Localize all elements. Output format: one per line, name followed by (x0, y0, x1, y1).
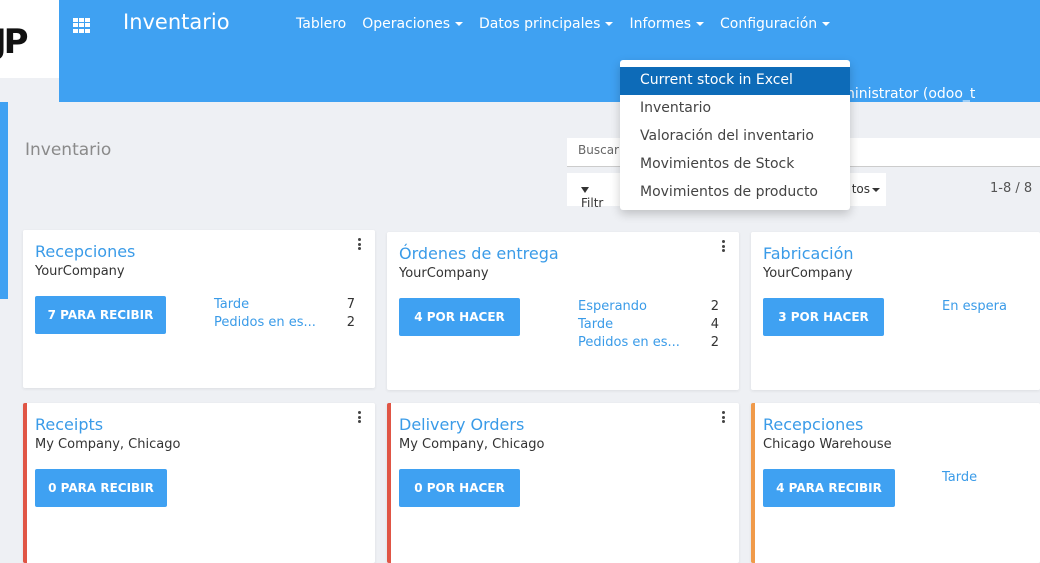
menu-item-movimientos-stock[interactable]: Movimientos de Stock (620, 151, 850, 179)
nav-operaciones[interactable]: Operaciones (354, 16, 471, 32)
more-options-icon[interactable] (358, 411, 361, 423)
card-title[interactable]: Delivery Orders (399, 415, 524, 434)
card-action-button[interactable]: 7 PARA RECIBIR (35, 296, 166, 334)
card-company: My Company, Chicago (35, 437, 181, 452)
nav-datos-principales[interactable]: Datos principales (471, 16, 621, 32)
app-title: Inventario (123, 10, 230, 34)
page-title: Inventario (25, 140, 112, 160)
card-company: My Company, Chicago (399, 437, 545, 452)
operation-card: Recepciones YourCompany 7 PARA RECIBIR T… (23, 230, 375, 388)
card-title[interactable]: Órdenes de entrega (399, 244, 559, 263)
informes-dropdown: Current stock in Excel Inventario Valora… (620, 60, 850, 210)
card-action-button[interactable]: 4 PARA RECIBIR (763, 469, 895, 507)
operation-card: Recepciones Chicago Warehouse 4 PARA REC… (751, 403, 1040, 563)
card-stat-link[interactable]: Tarde (578, 317, 613, 332)
pager-value[interactable]: 1-8 / 8 (990, 181, 1032, 196)
card-stat-link[interactable]: Tarde (942, 470, 977, 485)
card-title[interactable]: Recepciones (763, 415, 863, 434)
card-title[interactable]: Receipts (35, 415, 103, 434)
card-stat-count: 4 (710, 317, 719, 332)
operation-card: Receipts My Company, Chicago 0 PARA RECI… (23, 403, 375, 563)
card-stat-count: 2 (710, 335, 719, 350)
card-stat-link[interactable]: Esperando (578, 299, 647, 314)
card-stat-count: 7 (346, 297, 355, 312)
card-title[interactable]: Recepciones (35, 242, 135, 261)
chevron-down-icon (872, 187, 880, 192)
more-options-icon[interactable] (358, 238, 361, 250)
nav-configuracion[interactable]: Configuración (712, 16, 838, 32)
card-company: YourCompany (763, 266, 853, 281)
nav-informes[interactable]: Informes (621, 16, 712, 32)
card-action-button[interactable]: 4 POR HACER (399, 298, 520, 336)
chevron-down-icon (455, 22, 464, 26)
menu-item-valoracion[interactable]: Valoración del inventario (620, 123, 850, 151)
card-stat-link[interactable]: Pedidos en es... (214, 315, 316, 330)
card-stat-count: 2 (346, 315, 355, 330)
main-nav: Tablero Operaciones Datos principales In… (288, 16, 838, 32)
menu-item-inventario[interactable]: Inventario (620, 95, 850, 123)
card-action-button[interactable]: 3 POR HACER (763, 298, 884, 336)
card-stat-link[interactable]: En espera (942, 299, 1007, 314)
card-stat-link[interactable]: Pedidos en es... (578, 335, 680, 350)
card-action-button[interactable]: 0 POR HACER (399, 469, 520, 507)
card-company: YourCompany (35, 264, 125, 279)
more-options-icon[interactable] (722, 240, 725, 252)
filters-button[interactable]: Filtr (567, 173, 627, 210)
sidebar-accent (0, 102, 8, 299)
company-logo: JP (0, 0, 59, 78)
apps-menu-icon[interactable] (73, 18, 90, 33)
menu-item-current-stock-excel[interactable]: Current stock in Excel (620, 67, 850, 95)
menu-item-movimientos-producto[interactable]: Movimientos de producto (620, 179, 850, 207)
logo-text: JP (0, 22, 29, 62)
chevron-down-icon (822, 22, 831, 26)
operation-card: Órdenes de entrega YourCompany 4 POR HAC… (387, 232, 739, 390)
nav-tablero[interactable]: Tablero (288, 16, 354, 32)
chevron-down-icon (696, 22, 704, 26)
card-company: Chicago Warehouse (763, 437, 892, 452)
card-stat-count: 2 (710, 299, 719, 314)
operation-card: Fabricación YourCompany 3 POR HACER En e… (751, 232, 1040, 390)
card-title[interactable]: Fabricación (763, 244, 854, 263)
more-options-icon[interactable] (722, 411, 725, 423)
filter-icon (581, 186, 589, 193)
card-stat-link[interactable]: Tarde (214, 297, 249, 312)
chevron-down-icon (605, 22, 614, 26)
card-company: YourCompany (399, 266, 489, 281)
operation-card: Delivery Orders My Company, Chicago 0 PO… (387, 403, 739, 563)
card-action-button[interactable]: 0 PARA RECIBIR (35, 469, 167, 507)
